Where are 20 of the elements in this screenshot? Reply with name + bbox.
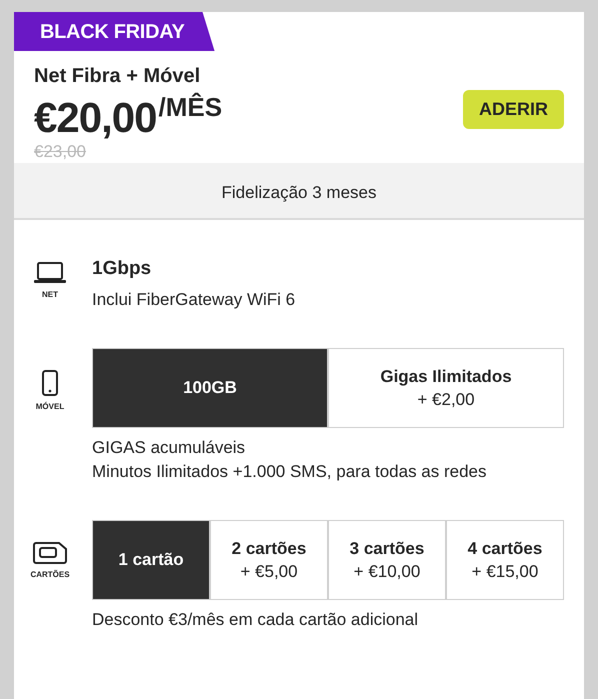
sim-card-icon [33, 542, 67, 564]
section-label: MÓVEL [36, 402, 64, 411]
plan-name: Net Fibra + Móvel [34, 65, 202, 88]
feature-text: Minutos Ilimitados +1.000 SMS, para todas as redes [92, 461, 488, 483]
join-button[interactable]: ADERIR [462, 90, 564, 129]
promo-badge: BLACK FRIDAY [14, 12, 215, 51]
feature-text: Desconto €3/mês em cada cartão adicional [92, 609, 420, 631]
speed-title: 1Gbps [92, 258, 152, 280]
phone-icon [42, 370, 58, 396]
feature-text: Inclui FiberGateway WiFi 6 [92, 289, 296, 311]
section-label: CARTÕES [30, 570, 70, 579]
laptop-icon [33, 262, 67, 284]
price-period: /MÊS [158, 92, 222, 123]
option-button[interactable]: 100GB [93, 349, 327, 427]
option-button[interactable]: 1 cartão [93, 521, 209, 599]
section-label: NET [42, 290, 58, 299]
commitment-text: Fidelização 3 meses [222, 183, 376, 203]
price: €20,00 [34, 96, 156, 140]
feature-text: GIGAS acumuláveis [92, 437, 246, 459]
old-price: €23,00 [34, 142, 86, 162]
